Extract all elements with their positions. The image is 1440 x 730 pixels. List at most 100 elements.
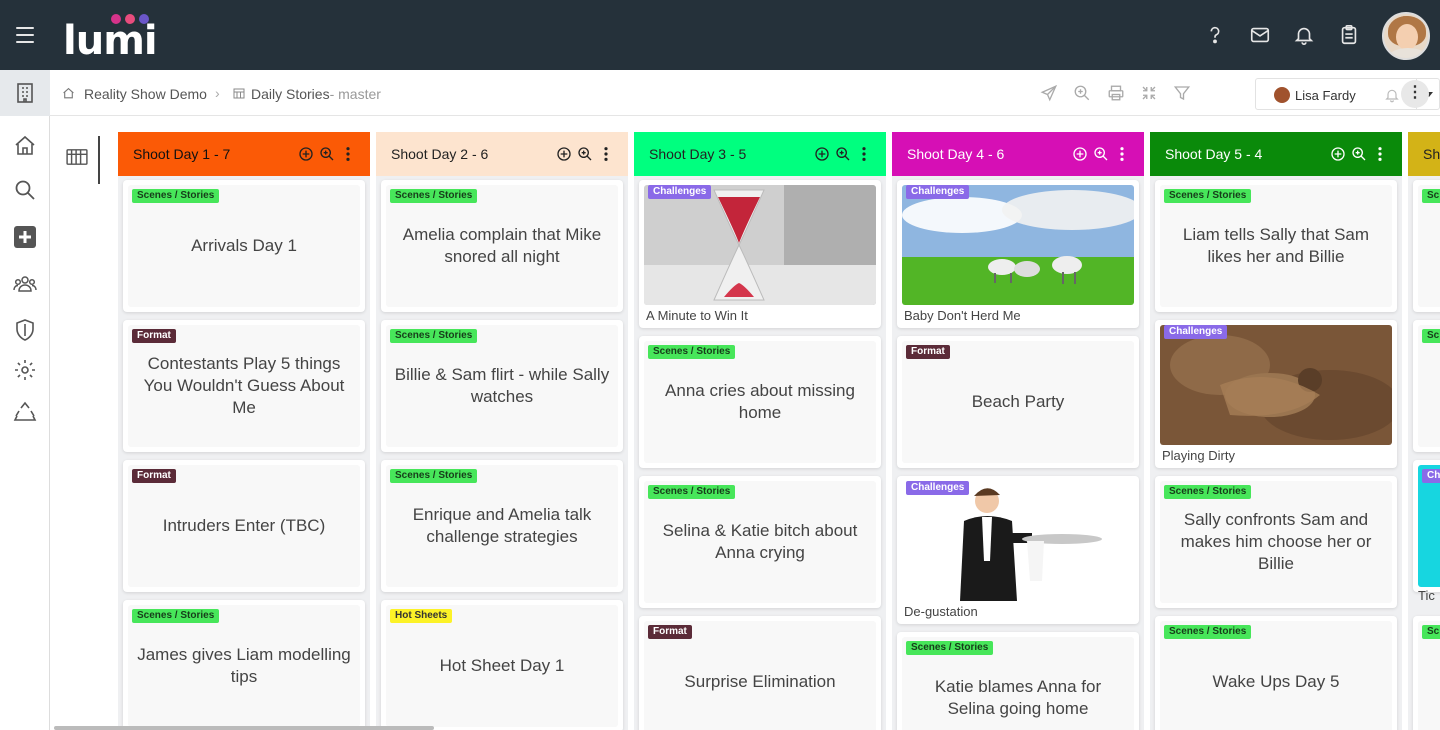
filter-icon[interactable] [1173, 84, 1191, 102]
bell-icon[interactable] [1293, 24, 1315, 46]
story-card[interactable]: Scenes / Stories Katie blames Anna for Se… [897, 632, 1139, 730]
card-tag: Scenes / Stories [132, 189, 220, 203]
card-tag: Scenes / Stories [1164, 625, 1252, 639]
print-icon[interactable] [1107, 84, 1125, 102]
story-card[interactable]: Scenes / Stories Wake Ups Day 5 [1155, 616, 1397, 730]
breadcrumb-project[interactable]: Reality Show Demo [84, 86, 207, 102]
zoom-column-icon[interactable] [835, 146, 851, 162]
column-more-icon[interactable] [1114, 146, 1130, 162]
story-card[interactable]: Challenges Playing Dirty [1155, 320, 1397, 468]
add-card-icon[interactable] [298, 146, 314, 162]
story-card[interactable]: Scenes / Stories Sally confronts Sam and … [1155, 476, 1397, 608]
card-body: Ch Tic [1418, 465, 1440, 603]
zoom-in-icon[interactable] [1073, 84, 1091, 102]
card-tag: Scenes / Stories [390, 469, 478, 483]
story-card[interactable]: Scenes / Stories Billie & Sam flirt - whi… [381, 320, 623, 452]
lumi-logo[interactable]: lumi [63, 10, 173, 64]
card-caption: Baby Don't Herd Me [904, 308, 1021, 323]
add-card-icon[interactable] [814, 146, 830, 162]
gear-icon[interactable] [13, 358, 37, 382]
card-tag: Sc [1422, 189, 1440, 203]
story-card[interactable]: Format Intruders Enter (TBC) [123, 460, 365, 592]
menu-icon[interactable] [16, 27, 34, 43]
column-more-icon[interactable] [1372, 146, 1388, 162]
home-icon[interactable] [13, 134, 37, 158]
user-avatar[interactable] [1382, 12, 1430, 60]
column-title: Shoot Day 5 - 4 [1165, 146, 1263, 162]
more-options-button[interactable]: ⋮ [1401, 80, 1429, 108]
story-card[interactable]: Scenes / Stories Enrique and Amelia talk … [381, 460, 623, 592]
zoom-column-icon[interactable] [1093, 146, 1109, 162]
card-body: Scenes / Stories Sally confronts Sam and … [1160, 481, 1392, 603]
story-card[interactable]: Ch Tic [1413, 460, 1440, 603]
card-title: Intruders Enter (TBC) [162, 516, 326, 535]
top-bar: lumi [0, 0, 1440, 70]
home-small-icon[interactable] [62, 87, 75, 100]
card-body: Sc L [1418, 185, 1440, 307]
column-title: Shoot Day 1 - 7 [133, 146, 231, 162]
mail-icon[interactable] [1249, 24, 1271, 46]
story-card[interactable]: Scenes / Stories Anna cries about missing… [639, 336, 881, 468]
card-tag: Challenges [906, 185, 970, 199]
column-more-icon[interactable] [598, 146, 614, 162]
story-card[interactable]: Challenges A Minute to Win It [639, 180, 881, 328]
send-icon[interactable] [1040, 84, 1058, 102]
board-column: Shoot Day 5 - 4 Scenes / Stories Liam tell… [1150, 132, 1402, 730]
board-area: Shoot Day 1 - 7 Scenes / Stories Arrivals … [50, 116, 1440, 730]
card-body: Format Intruders Enter (TBC) [128, 465, 360, 587]
clipboard-icon[interactable] [1338, 24, 1360, 46]
card-tag: Scenes / Stories [390, 329, 478, 343]
compress-icon[interactable] [1140, 84, 1158, 102]
recycle-icon[interactable] [13, 401, 37, 425]
column-header[interactable]: Shoot Day 1 - 7 [118, 132, 370, 176]
story-card[interactable]: Sc L [1413, 180, 1440, 312]
column-more-icon[interactable] [856, 146, 872, 162]
story-card[interactable]: Challenges Baby Don't Herd Me [897, 180, 1139, 328]
horizontal-scrollbar[interactable] [54, 726, 434, 730]
card-title: Beach Party [971, 392, 1065, 411]
zoom-column-icon[interactable] [1351, 146, 1367, 162]
story-card[interactable]: Scenes / Stories Amelia complain that Mik… [381, 180, 623, 312]
help-icon[interactable] [1204, 24, 1226, 46]
building-icon[interactable] [13, 81, 37, 105]
zoom-column-icon[interactable] [319, 146, 335, 162]
column-header[interactable]: Shoot Day 5 - 4 [1150, 132, 1402, 176]
zoom-column-icon[interactable] [577, 146, 593, 162]
story-card[interactable]: Challenges De-gustation [897, 476, 1139, 624]
add-card-icon[interactable] [1072, 146, 1088, 162]
story-card[interactable]: Scenes / Stories Liam tells Sally that Sa… [1155, 180, 1397, 312]
card-title: Arrivals Day 1 [191, 236, 297, 255]
column-header[interactable]: Shoot Day 2 - 6 [376, 132, 628, 176]
calendar-view-icon[interactable] [66, 148, 88, 166]
column-more-icon[interactable] [340, 146, 356, 162]
story-card[interactable]: Sc [1413, 616, 1440, 730]
add-icon[interactable] [13, 225, 37, 249]
card-body: Scenes / Stories Wake Ups Day 5 [1160, 621, 1392, 730]
add-card-icon[interactable] [1330, 146, 1346, 162]
story-card[interactable]: Scenes / Stories Selina & Katie bitch abo… [639, 476, 881, 608]
card-title: Surprise Elimination [684, 672, 836, 691]
card-caption: A Minute to Win It [646, 308, 748, 323]
story-card[interactable]: Scenes / Stories Arrivals Day 1 [123, 180, 365, 312]
story-card[interactable]: Format Surprise Elimination [639, 616, 881, 730]
column-header[interactable]: Shoot Day 4 - 6 [892, 132, 1144, 176]
story-card[interactable]: Sc S [1413, 320, 1440, 452]
breadcrumb-board[interactable]: Daily Stories- master [251, 86, 381, 102]
card-tag: Ch [1422, 469, 1440, 483]
column-header[interactable]: Sh [1408, 132, 1440, 176]
shield-icon[interactable] [13, 318, 37, 342]
story-card[interactable]: Format Beach Party [897, 336, 1139, 468]
bell-small-icon[interactable] [1384, 87, 1400, 103]
card-body: Scenes / Stories Liam tells Sally that Sa… [1160, 185, 1392, 307]
users-icon[interactable] [13, 272, 37, 296]
column-title: Shoot Day 2 - 6 [391, 146, 489, 162]
view-divider [98, 136, 100, 184]
column-header[interactable]: Shoot Day 3 - 5 [634, 132, 886, 176]
story-card[interactable]: Hot Sheets Hot Sheet Day 1 [381, 600, 623, 730]
search-icon[interactable] [13, 178, 37, 202]
story-card[interactable]: Scenes / Stories James gives Liam modelli… [123, 600, 365, 730]
card-tag: Scenes / Stories [648, 485, 736, 499]
breadcrumb-bar: Reality Show Demo › Daily Stories- maste… [50, 70, 1440, 116]
story-card[interactable]: Format Contestants Play 5 things You Woul… [123, 320, 365, 452]
add-card-icon[interactable] [556, 146, 572, 162]
